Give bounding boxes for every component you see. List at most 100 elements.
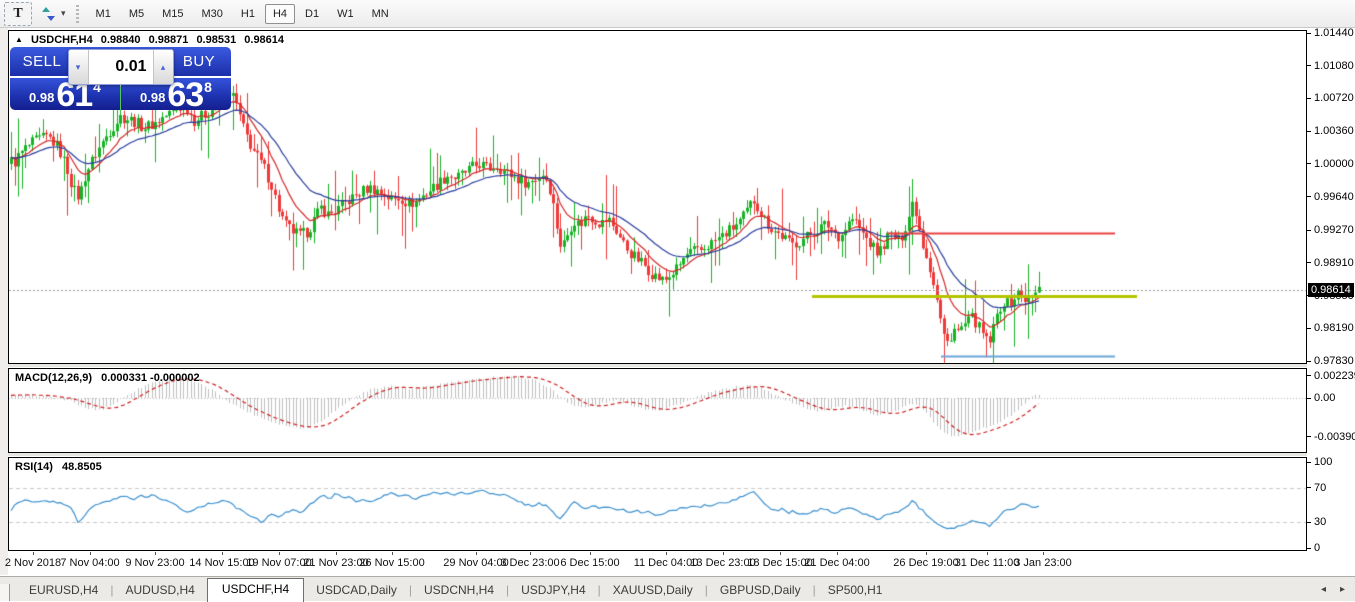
date-axis-tick [476, 552, 477, 555]
timeframe-button-h1[interactable]: H1 [233, 4, 263, 24]
date-axis-tick [336, 552, 337, 555]
volume-decrease-button[interactable]: ▾ [69, 50, 89, 84]
buy-button[interactable]: BUY [167, 53, 231, 70]
date-axis-tick [926, 552, 927, 555]
price-axis-label: 0.97830 [1314, 355, 1354, 367]
price-axis-label: 1.00000 [1314, 158, 1354, 170]
rsi-pane: RSI(14) 48.8505 [8, 457, 1307, 551]
price-axis-label: 1.00720 [1314, 92, 1354, 104]
chart-symbol: USDCHF,H4 [31, 34, 93, 46]
caret-up-icon: ▴ [161, 62, 166, 72]
price-axis-label: 1.01080 [1314, 60, 1354, 72]
macd-axis-label: -0.003901 [1314, 431, 1355, 443]
date-axis-label: 26 Nov 15:00 [347, 557, 437, 569]
macd-name: MACD(12,26,9) [15, 372, 92, 384]
price-axis[interactable]: 1.014401.010801.007201.003601.000000.996… [1307, 28, 1355, 552]
rsi-value: 48.8505 [62, 461, 102, 473]
price-axis-label: 0.99270 [1314, 224, 1354, 236]
macd-pane: MACD(12,26,9) 0.000331 -0.000002 [8, 368, 1307, 453]
sell-button[interactable]: SELL [10, 53, 74, 70]
macd-values: 0.000331 -0.000002 [101, 372, 199, 384]
tab-xauusd-daily[interactable]: XAUUSD,Daily [601, 580, 705, 601]
rsi-axis-label: 0 [1314, 542, 1320, 554]
volume-control: ▾ ▴ [68, 49, 174, 85]
caret-down-icon: ▾ [76, 62, 81, 72]
tab-usdcnh-h4[interactable]: USDCNH,H4 [412, 580, 506, 601]
rsi-label: RSI(14) 48.8505 [15, 461, 108, 473]
date-axis-tick [837, 552, 838, 555]
dropdown-caret-icon[interactable]: ▾ [61, 8, 66, 19]
timeframe-button-m15[interactable]: M15 [154, 4, 191, 24]
tab-stub [0, 584, 10, 601]
date-axis-tick [590, 552, 591, 555]
tab-scroll-right-icon[interactable]: ▸ [1340, 584, 1345, 595]
date-axis-tick [780, 552, 781, 555]
tab-usdchf-h4[interactable]: USDCHF,H4 [207, 578, 304, 602]
tab-sp500-h1[interactable]: SP500,H1 [816, 580, 895, 601]
timeframe-button-d1[interactable]: D1 [297, 4, 327, 24]
one-click-trading-panel: SELL BUY 0.98614 0.98638 ▾ ▴ [10, 47, 231, 110]
rsi-canvas[interactable] [9, 458, 1306, 550]
price-axis-tick [1307, 98, 1311, 99]
chart-tab-bar: EURUSD,H4|AUDUSD,H4USDCHF,H4USDCAD,Daily… [0, 576, 1355, 601]
text-tool-button[interactable]: T [4, 2, 32, 26]
date-axis-tick [1043, 552, 1044, 555]
rsi-name: RSI(14) [15, 461, 53, 473]
buy-price-big: 63 [167, 81, 203, 110]
toolbar-grip[interactable] [76, 5, 79, 23]
price-axis-label: 0.99640 [1314, 191, 1354, 203]
top-toolbar: T ▾ M1M5M15M30H1H4D1W1MN [0, 0, 1355, 28]
date-axis-tick [155, 552, 156, 555]
cycle-arrows-icon [42, 7, 55, 21]
rsi-axis-label: 100 [1314, 456, 1332, 468]
ohlc-close: 0.98614 [244, 34, 284, 46]
timeframe-button-w1[interactable]: W1 [329, 4, 362, 24]
price-axis-tick [1307, 65, 1311, 66]
date-axis-label: 21 Dec 04:00 [792, 557, 882, 569]
date-axis-tick [392, 552, 393, 555]
price-axis-tick [1307, 361, 1311, 362]
timeframe-button-m30[interactable]: M30 [194, 4, 231, 24]
macd-axis-tick [1307, 375, 1311, 376]
symbols-button[interactable] [36, 3, 60, 25]
volume-increase-button[interactable]: ▴ [153, 50, 173, 84]
date-axis-tick [222, 552, 223, 555]
rsi-axis-tick [1307, 462, 1311, 463]
timeframe-button-mn[interactable]: MN [364, 4, 397, 24]
date-axis[interactable]: 2 Nov 20187 Nov 04:009 Nov 23:0014 Nov 1… [8, 552, 1307, 574]
price-axis-tick [1307, 196, 1311, 197]
price-axis-tick [1307, 328, 1311, 329]
sell-price-big: 61 [56, 81, 92, 110]
tab-scroll-controls: ◂ ▸ [1321, 584, 1345, 595]
rsi-axis-label: 70 [1314, 482, 1326, 494]
rsi-axis-tick [1307, 548, 1311, 549]
macd-label: MACD(12,26,9) 0.000331 -0.000002 [15, 372, 206, 384]
price-axis-label: 0.98910 [1314, 257, 1354, 269]
ohlc-low: 0.98531 [196, 34, 236, 46]
tab-scroll-left-icon[interactable]: ◂ [1321, 584, 1326, 595]
tab-eurusd-h4[interactable]: EURUSD,H4 [17, 580, 110, 601]
price-axis-tick [1307, 33, 1311, 34]
date-axis-tick [666, 552, 667, 555]
tab-usdcad-daily[interactable]: USDCAD,Daily [304, 580, 409, 601]
sell-price-prefix: 0.98 [29, 90, 54, 105]
date-axis-label: 3 Jan 23:00 [998, 557, 1088, 569]
volume-input[interactable] [89, 50, 153, 84]
tab-gbpusd-daily[interactable]: GBPUSD,Daily [708, 580, 813, 601]
tab-audusd-h4[interactable]: AUDUSD,H4 [113, 580, 206, 601]
timeframe-button-m1[interactable]: M1 [88, 4, 119, 24]
rsi-axis-label: 30 [1314, 516, 1326, 528]
pane-splitter[interactable] [8, 364, 1307, 367]
date-axis-tick [33, 552, 34, 555]
panel-collapse-arrow[interactable]: ▲ [15, 35, 23, 44]
left-margin [0, 28, 8, 575]
buy-price-prefix: 0.98 [140, 90, 165, 105]
price-axis-tick [1307, 163, 1311, 164]
timeframe-button-h4[interactable]: H4 [265, 4, 295, 24]
timeframe-button-m5[interactable]: M5 [121, 4, 152, 24]
timeframe-group: M1M5M15M30H1H4D1W1MN [87, 4, 398, 24]
tab-usdjpy-h4[interactable]: USDJPY,H4 [509, 580, 597, 601]
pane-splitter[interactable] [8, 453, 1307, 456]
date-axis-tick [530, 552, 531, 555]
price-axis-tick [1307, 262, 1311, 263]
